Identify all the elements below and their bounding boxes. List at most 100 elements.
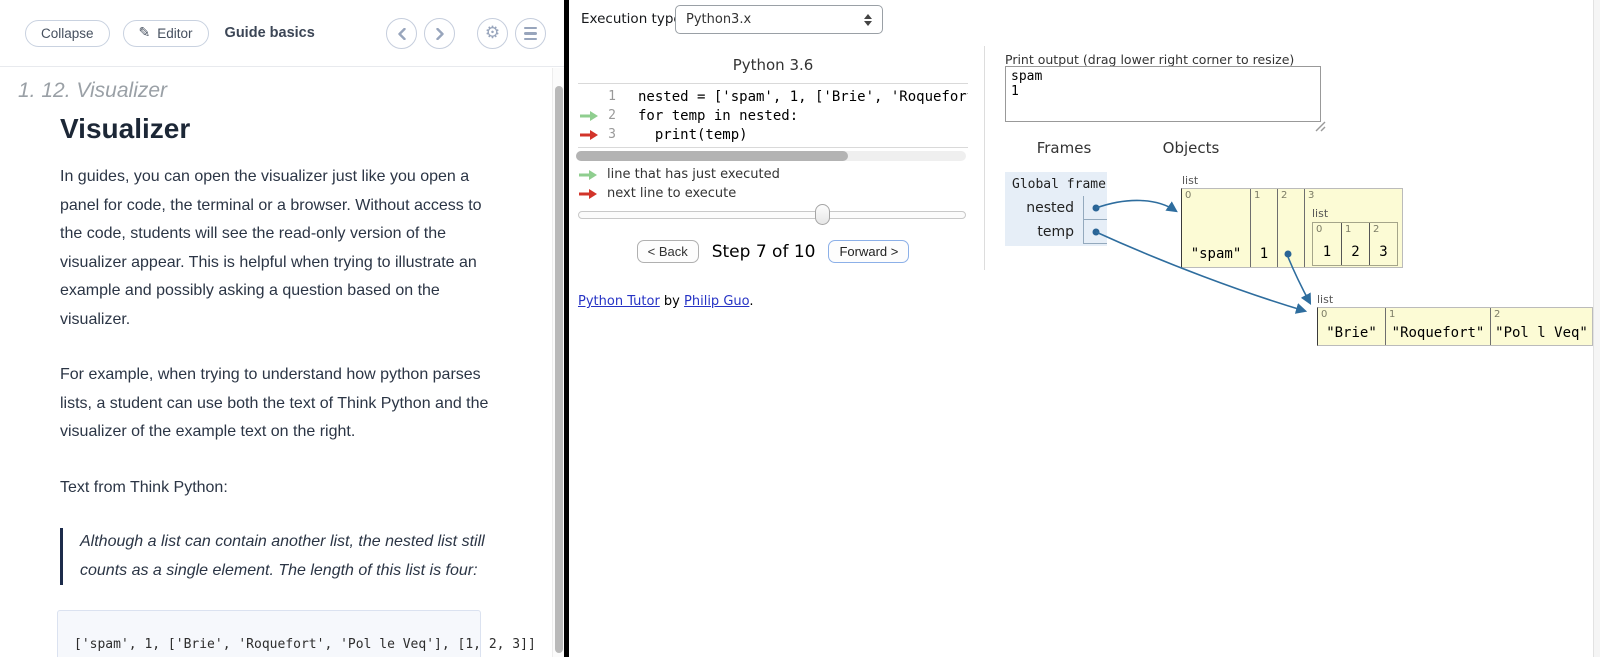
page-title: Visualizer (60, 113, 564, 145)
chevron-right-icon (436, 28, 444, 40)
var-name: temp (1005, 224, 1083, 240)
guide-paragraph: Text from Think Python: (60, 474, 500, 503)
cell-index: 3 (1308, 190, 1314, 201)
app-window: Collapse ✎ Editor Guide basics ⚙ (0, 0, 1600, 657)
editor-button[interactable]: ✎ Editor (123, 20, 209, 47)
list-type-label: list (1312, 207, 1398, 220)
guide-vscroll-thumb[interactable] (555, 86, 563, 653)
line-number: 2 (602, 108, 616, 123)
cell-value: 1 (1313, 244, 1341, 260)
guide-header-actions: ⚙ (386, 18, 546, 49)
menu-button[interactable] (515, 18, 546, 49)
code-line-3: 3 print(temp) (578, 125, 968, 144)
guide-paragraph: For example, when trying to understand h… (60, 361, 500, 447)
print-output-label: Print output (drag lower right corner to… (1005, 52, 1294, 67)
step-slider-thumb[interactable] (815, 204, 830, 225)
frames-header: Frames (1009, 139, 1119, 157)
list-cell: 1 1 (1250, 189, 1277, 267)
viz-divider (984, 46, 985, 270)
frame-var-nested: nested (1005, 196, 1107, 220)
resize-grip-icon[interactable] (1313, 119, 1326, 132)
code-hscrollbar[interactable] (576, 151, 966, 161)
guide-vscrollbar[interactable] (552, 68, 564, 657)
main-list-object: 0 "spam" 1 1 2 3 list 0 1 (1181, 188, 1403, 268)
arrow-nested-to-list (1096, 200, 1176, 211)
code-line-text: nested = ['spam', 1, ['Brie', 'Roquefort… (616, 89, 968, 105)
list-cell: 2 "Pol l Veq" (1490, 308, 1592, 345)
breadcrumb: 1. 12. Visualizer (18, 79, 564, 103)
cell-index: 2 (1281, 190, 1287, 201)
code-display: 1 nested = ['spam', 1, ['Brie', 'Roquefo… (578, 83, 968, 148)
guide-paragraph: In guides, you can open the visualizer j… (60, 163, 500, 334)
list-cell: 2 3 (1369, 223, 1397, 265)
list-cell: 0 "Brie" (1318, 308, 1385, 345)
step-counter: Step 7 of 10 (712, 242, 816, 262)
python-version-title: Python 3.6 (578, 56, 968, 74)
code-hscroll-thumb[interactable] (576, 151, 848, 161)
cell-index: 0 (1316, 224, 1322, 235)
legend-next-line: next line to execute (578, 186, 736, 201)
code-line-text: for temp in nested: (616, 108, 798, 124)
visualizer-vscrollbar[interactable] (1593, 0, 1600, 657)
think-python-quote: Although a list can contain another list… (60, 528, 490, 585)
cell-value: "Roquefort" (1386, 325, 1490, 341)
list-cell: 1 2 (1341, 223, 1369, 265)
collapse-button-label: Collapse (41, 26, 94, 41)
credit-text: by (660, 294, 684, 309)
code-snippet-block: ['spam', 1, ['Brie', 'Roquefort', 'Pol l… (57, 610, 481, 657)
credit-line: Python Tutor by Philip Guo. (578, 294, 754, 309)
prev-page-button[interactable] (386, 18, 417, 49)
execution-type-label: Execution type: (581, 11, 686, 27)
forward-button[interactable]: Forward > (828, 240, 909, 263)
list-cell-pointer: 2 (1277, 189, 1304, 267)
global-frame-title: Global frame (1005, 172, 1107, 196)
guide-panel: Collapse ✎ Editor Guide basics ⚙ (0, 0, 564, 657)
cheese-list-object: 0 "Brie" 1 "Roquefort" 2 "Pol l Veq" (1317, 307, 1593, 346)
var-value-cell (1083, 196, 1107, 220)
settings-button[interactable]: ⚙ (477, 18, 508, 49)
var-name: nested (1005, 200, 1083, 216)
next-line-arrow-icon (578, 188, 598, 200)
guide-content: 1. 12. Visualizer Visualizer In guides, … (0, 67, 564, 657)
cell-value: "spam" (1182, 246, 1250, 262)
cell-index: 0 (1321, 309, 1327, 320)
chevron-left-icon (398, 28, 406, 40)
line-number: 1 (602, 89, 616, 104)
frame-var-temp: temp (1005, 220, 1107, 244)
cell-value: 2 (1342, 244, 1369, 260)
philip-guo-link[interactable]: Philip Guo (684, 294, 749, 309)
guide-title: Guide basics (225, 25, 315, 41)
prev-line-arrow-icon (578, 169, 598, 181)
execution-type-select[interactable]: Python3.x (675, 5, 883, 34)
step-slider-track[interactable] (578, 211, 966, 219)
cell-index: 1 (1254, 190, 1260, 201)
global-frame: Global frame nested temp (1005, 172, 1107, 246)
code-line-2: 2 for temp in nested: (578, 106, 968, 125)
cell-index: 1 (1389, 309, 1395, 320)
cell-index: 2 (1494, 309, 1500, 320)
list-type-label: list (1317, 293, 1333, 306)
cell-value: "Pol l Veq" (1491, 325, 1592, 341)
code-snippet-text: ['spam', 1, ['Brie', 'Roquefort', 'Pol l… (74, 637, 536, 652)
next-page-button[interactable] (424, 18, 455, 49)
cell-value: "Brie" (1318, 325, 1385, 341)
python-tutor-link[interactable]: Python Tutor (578, 294, 660, 309)
prev-line-arrow-icon (579, 110, 599, 122)
step-controls: < Back Step 7 of 10 Forward > (578, 240, 968, 263)
visualizer-panel: Execution type: Python3.x Python 3.6 1 n… (569, 0, 1600, 657)
list-cell: 0 1 (1313, 223, 1341, 265)
pencil-icon: ✎ (139, 25, 151, 41)
cell-index: 1 (1345, 224, 1351, 235)
print-output-textarea[interactable]: spam 1 (1005, 66, 1321, 122)
guide-header: Collapse ✎ Editor Guide basics ⚙ (0, 0, 564, 67)
execution-type-value: Python3.x (686, 12, 751, 27)
back-button[interactable]: < Back (637, 240, 699, 263)
next-line-arrow-icon (579, 129, 599, 141)
list-cell: 0 "spam" (1182, 189, 1250, 267)
credit-text: . (749, 294, 753, 309)
menu-icon (524, 27, 537, 40)
cell-index: 2 (1373, 224, 1379, 235)
list-type-label: list (1182, 174, 1198, 187)
collapse-button[interactable]: Collapse (25, 20, 110, 47)
line-number: 3 (602, 127, 616, 142)
